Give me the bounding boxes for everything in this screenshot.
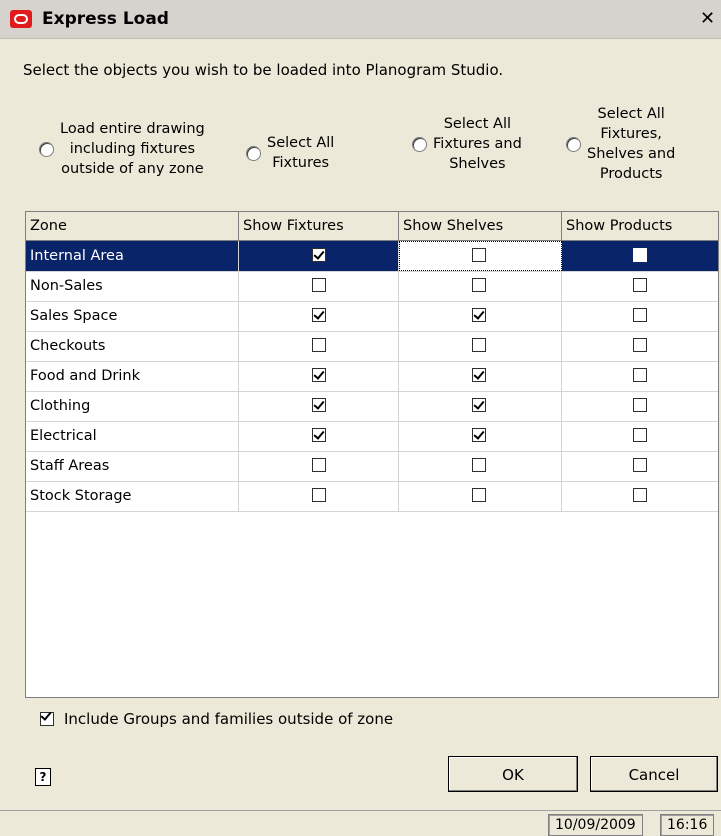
include-groups-option[interactable]: Include Groups and families outside of z… — [40, 710, 393, 728]
express-load-dialog: Express Load ✕ Select the objects you wi… — [0, 0, 721, 836]
table-row[interactable]: Checkouts — [26, 331, 718, 362]
show-shelves-checkbox[interactable] — [472, 278, 486, 292]
show-products-checkbox[interactable] — [633, 248, 647, 262]
zone-cell: Staff Areas — [26, 451, 239, 481]
table-row[interactable]: Staff Areas — [26, 451, 718, 482]
show-products-checkbox[interactable] — [633, 278, 647, 292]
radio-button[interactable] — [39, 141, 54, 157]
radio-button[interactable] — [412, 136, 427, 152]
show-fixtures-checkbox[interactable] — [312, 488, 326, 502]
radio-select-fixtures-shelves-products[interactable]: Select All Fixtures, Shelves and Product… — [566, 104, 675, 184]
radio-select-all-fixtures[interactable]: Select All Fixtures — [246, 133, 334, 173]
zone-cell: Clothing — [26, 391, 239, 421]
show-fixtures-checkbox[interactable] — [312, 338, 326, 352]
oracle-logo-icon — [10, 10, 32, 28]
show-products-checkbox[interactable] — [633, 368, 647, 382]
show-shelves-checkbox[interactable] — [472, 488, 486, 502]
table-row[interactable]: Non-Sales — [26, 271, 718, 302]
show-shelves-checkbox[interactable] — [472, 248, 486, 262]
show-shelves-checkbox[interactable] — [472, 368, 486, 382]
radio-label: Load entire drawing including fixtures o… — [60, 121, 205, 177]
column-header-zone[interactable]: Zone — [26, 212, 239, 240]
table-row[interactable]: Internal Area — [26, 241, 718, 272]
radio-select-fixtures-shelves[interactable]: Select All Fixtures and Shelves — [412, 114, 522, 174]
table-header: Zone Show Fixtures Show Shelves Show Pro… — [26, 212, 718, 241]
zone-cell: Stock Storage — [26, 481, 239, 511]
show-fixtures-checkbox[interactable] — [312, 248, 326, 262]
show-fixtures-checkbox[interactable] — [312, 278, 326, 292]
zone-cell: Checkouts — [26, 331, 239, 361]
show-products-checkbox[interactable] — [633, 308, 647, 322]
radio-button[interactable] — [566, 136, 581, 152]
show-fixtures-checkbox[interactable] — [312, 458, 326, 472]
show-products-checkbox[interactable] — [633, 488, 647, 502]
ok-button[interactable]: OK — [448, 756, 578, 792]
table-row[interactable]: Stock Storage — [26, 481, 718, 512]
show-shelves-checkbox[interactable] — [472, 458, 486, 472]
table-row[interactable]: Electrical — [26, 421, 718, 452]
show-products-checkbox[interactable] — [633, 398, 647, 412]
status-bar: 10/09/2009 16:16 — [0, 810, 721, 836]
radio-load-entire-drawing[interactable]: Load entire drawing including fixtures o… — [39, 119, 205, 179]
table-row[interactable]: Clothing — [26, 391, 718, 422]
status-date: 10/09/2009 — [548, 814, 643, 836]
show-fixtures-checkbox[interactable] — [312, 308, 326, 322]
radio-label: Select All Fixtures and Shelves — [433, 116, 522, 172]
show-shelves-checkbox[interactable] — [472, 428, 486, 442]
show-products-checkbox[interactable] — [633, 428, 647, 442]
zone-table: Zone Show Fixtures Show Shelves Show Pro… — [25, 211, 719, 698]
table-row[interactable]: Food and Drink — [26, 361, 718, 392]
zone-cell: Food and Drink — [26, 361, 239, 391]
radio-label: Select All Fixtures — [267, 135, 335, 171]
include-groups-label: Include Groups and families outside of z… — [64, 710, 394, 728]
table-row[interactable]: Sales Space — [26, 301, 718, 332]
show-shelves-checkbox[interactable] — [472, 398, 486, 412]
column-header-show-fixtures[interactable]: Show Fixtures — [239, 212, 399, 240]
zone-cell: Non-Sales — [26, 271, 239, 301]
cancel-button[interactable]: Cancel — [590, 756, 718, 792]
zone-cell: Sales Space — [26, 301, 239, 331]
status-time: 16:16 — [660, 814, 715, 836]
instruction-text: Select the objects you wish to be loaded… — [23, 61, 504, 79]
show-products-checkbox[interactable] — [633, 458, 647, 472]
radio-button[interactable] — [246, 145, 261, 161]
close-icon[interactable]: ✕ — [700, 10, 715, 28]
title-bar: Express Load ✕ — [0, 0, 721, 39]
zone-cell: Electrical — [26, 421, 239, 451]
show-shelves-checkbox[interactable] — [472, 308, 486, 322]
show-products-checkbox[interactable] — [633, 338, 647, 352]
window-title: Express Load — [42, 9, 169, 29]
zone-cell: Internal Area — [26, 241, 239, 271]
column-header-show-shelves[interactable]: Show Shelves — [399, 212, 562, 240]
column-header-show-products[interactable]: Show Products — [562, 212, 718, 240]
show-shelves-checkbox[interactable] — [472, 338, 486, 352]
help-icon[interactable]: ? — [35, 768, 51, 786]
show-fixtures-checkbox[interactable] — [312, 398, 326, 412]
show-fixtures-checkbox[interactable] — [312, 428, 326, 442]
show-fixtures-checkbox[interactable] — [312, 368, 326, 382]
radio-label: Select All Fixtures, Shelves and Product… — [587, 106, 676, 182]
include-groups-checkbox[interactable] — [40, 712, 54, 726]
